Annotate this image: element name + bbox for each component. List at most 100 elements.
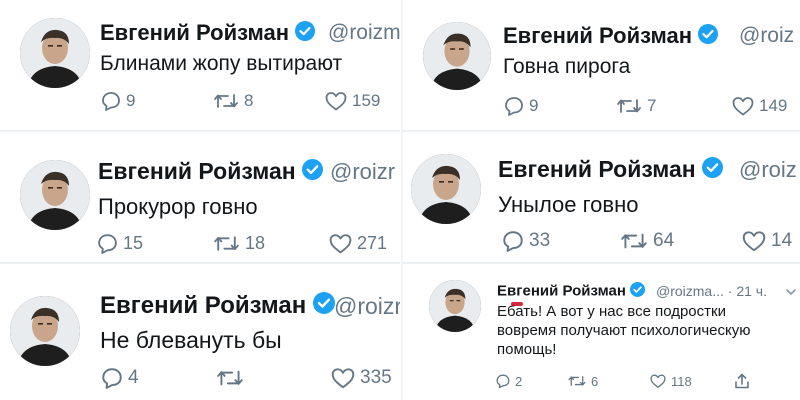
retweet-icon (621, 233, 647, 249)
verified-badge-icon (302, 159, 324, 186)
retweet-icon (217, 370, 243, 386)
verified-badge-icon (698, 24, 719, 50)
like-button[interactable]: 335 (330, 366, 392, 390)
reply-button[interactable]: 9 (503, 95, 615, 117)
retweet-icon (214, 236, 239, 251)
like-button[interactable]: 118 (649, 373, 733, 389)
like-count: 159 (352, 91, 381, 110)
tweet-actions: 33 64 14 (501, 229, 792, 253)
reply-count: 15 (123, 233, 144, 253)
tweet-card[interactable]: Евгений Ройзман @roiz Говна пирога 9 7 1… (403, 0, 800, 130)
tweet-actions: 9 8 159 (100, 90, 380, 112)
like-button[interactable]: 149 (731, 95, 787, 117)
retweet-button[interactable]: 7 (615, 95, 731, 117)
tweet-card[interactable]: Евгений Ройзман @roizr Прокурор говно 15… (0, 132, 400, 262)
like-icon (650, 374, 666, 388)
reply-icon (503, 231, 523, 252)
like-count: 118 (671, 373, 692, 389)
retweet-count: 7 (647, 96, 657, 115)
retweet-count: 18 (245, 233, 266, 253)
tweet-actions: 15 18 271 (96, 232, 387, 255)
like-icon (329, 234, 352, 254)
reply-button[interactable]: 15 (96, 232, 212, 255)
verified-badge-icon (630, 282, 646, 301)
verified-badge-icon (295, 21, 316, 47)
red-censor-mark (511, 302, 523, 306)
tweet-text: Блинами жопу вытирают (100, 52, 343, 75)
tweet-actions: 4 335 (100, 366, 392, 390)
reply-icon (98, 234, 117, 254)
like-count: 271 (357, 233, 388, 253)
verified-badge-icon (312, 292, 335, 321)
reply-icon (505, 97, 523, 116)
tweet-card[interactable]: Евгений Ройзман @roizr Не блевануть бы 4… (0, 264, 400, 400)
author-name[interactable]: Евгений Ройзман (98, 158, 324, 186)
reply-count: 2 (515, 373, 523, 389)
reply-icon (102, 368, 122, 389)
reply-count: 33 (529, 230, 551, 251)
like-button[interactable]: 14 (741, 229, 792, 253)
avatar[interactable] (10, 296, 80, 366)
verified-badge-icon (702, 157, 724, 184)
caret-icon[interactable] (785, 284, 797, 302)
avatar[interactable] (20, 160, 90, 230)
tweet-text: Прокурор говно (98, 194, 258, 219)
retweet-button[interactable]: 18 (212, 232, 328, 255)
reply-count: 4 (128, 367, 139, 388)
retweet-button[interactable]: 64 (619, 229, 741, 253)
tweet-card[interactable]: Евгений Ройзман @roiz Унылое говно 33 64… (403, 132, 800, 262)
share-icon (735, 373, 749, 389)
author-name[interactable]: Евгений Ройзман (497, 282, 646, 301)
tweet-actions: 9 7 149 (503, 95, 787, 117)
tweet-card[interactable]: Евгений Ройзман @roizma... · 21 ч. Ебать… (403, 264, 800, 400)
like-count: 14 (771, 230, 793, 251)
author-name[interactable]: Евгений Ройзман (498, 156, 724, 184)
reply-button[interactable]: 4 (100, 366, 215, 390)
reply-count: 9 (529, 96, 539, 115)
author-name[interactable]: Евгений Ройзман (100, 292, 335, 321)
like-button[interactable]: 159 (324, 90, 380, 112)
tweet-text: Не блевануть бы (100, 327, 282, 353)
author-handle[interactable]: @roizr (334, 293, 400, 320)
like-count: 335 (360, 367, 392, 388)
reply-icon (496, 374, 510, 389)
author-handle[interactable]: @roiz (739, 24, 794, 48)
author-handle[interactable]: @roiz (739, 157, 797, 183)
tweet-card[interactable]: Евгений Ройзман @roizm Блинами жопу выти… (0, 0, 400, 130)
reply-button[interactable]: 2 (495, 373, 567, 389)
avatar[interactable] (423, 22, 491, 90)
author-name[interactable]: Евгений Ройзман (100, 20, 316, 47)
reply-button[interactable]: 9 (100, 90, 212, 112)
retweet-icon (214, 94, 238, 108)
reply-button[interactable]: 33 (501, 229, 619, 253)
tweet-actions: 2 6 118 (495, 372, 751, 390)
avatar[interactable] (411, 154, 481, 224)
tweet-text: Говна пирога (503, 55, 631, 78)
like-button[interactable]: 271 (328, 232, 387, 255)
author-handle[interactable]: @roizm (328, 21, 400, 45)
reply-icon (102, 92, 120, 111)
like-icon (331, 368, 355, 389)
retweet-count: 64 (653, 230, 675, 251)
retweet-icon (617, 99, 641, 113)
retweet-button[interactable]: 8 (212, 90, 324, 112)
like-icon (742, 231, 766, 252)
reply-count: 9 (126, 91, 136, 110)
avatar[interactable] (429, 280, 481, 332)
like-icon (732, 97, 754, 116)
author-handle[interactable]: @roizma... · 21 ч. (656, 283, 767, 299)
like-icon (325, 92, 347, 111)
tweet-time[interactable]: · 21 ч. (728, 283, 767, 299)
retweet-button[interactable] (215, 366, 330, 390)
avatar[interactable] (20, 18, 90, 88)
retweet-button[interactable]: 6 (567, 373, 649, 389)
retweet-count: 8 (244, 91, 254, 110)
retweet-icon (568, 376, 586, 386)
retweet-count: 6 (591, 373, 599, 389)
tweet-text: Ебать! А вот у нас все подростки вовремя… (497, 303, 751, 358)
share-button[interactable] (733, 372, 751, 390)
author-name[interactable]: Евгений Ройзман (503, 23, 719, 50)
like-count: 149 (759, 96, 788, 115)
tweet-text: Унылое говно (498, 192, 639, 217)
author-handle[interactable]: @roizr (330, 159, 395, 185)
